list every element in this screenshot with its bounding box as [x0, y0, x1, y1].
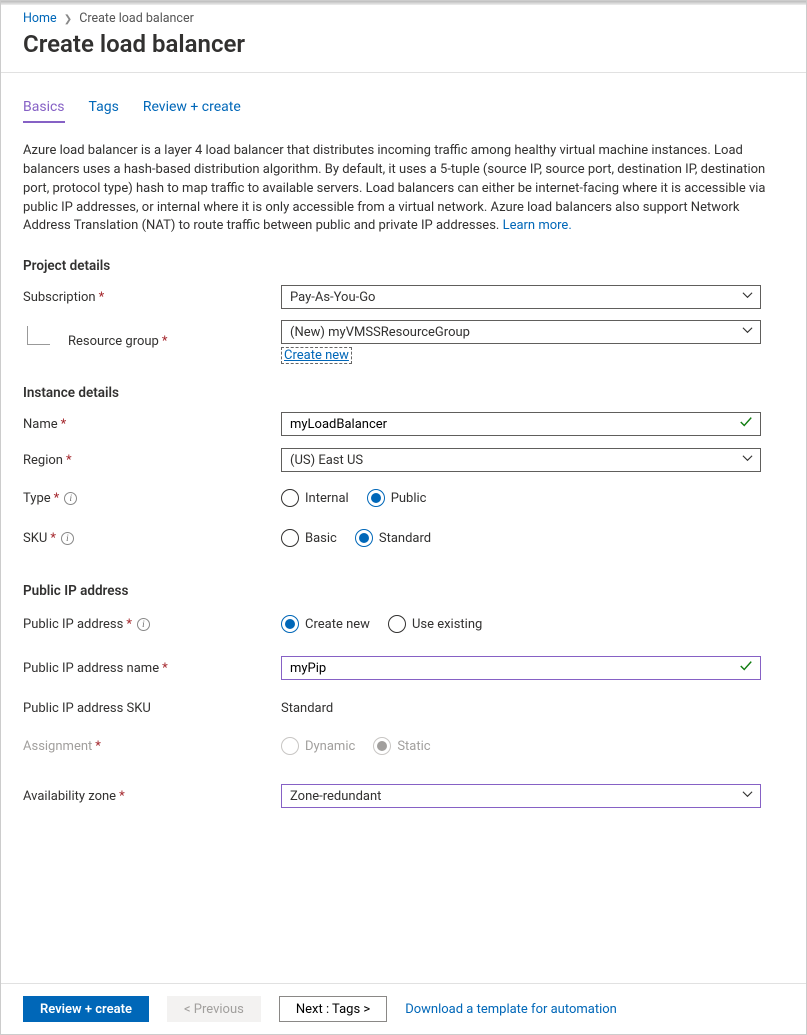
create-new-link[interactable]: Create new	[281, 347, 352, 364]
label-public-ip-sku: Public IP address SKU	[23, 701, 281, 716]
public-ip-radio-group: Create new Use existing	[281, 615, 761, 633]
public-ip-create-radio[interactable]: Create new	[281, 615, 370, 633]
description: Azure load balancer is a layer 4 load ba…	[23, 142, 784, 236]
previous-button: < Previous	[167, 996, 261, 1022]
assignment-static-radio: Static	[373, 737, 430, 755]
tab-tags[interactable]: Tags	[89, 99, 119, 123]
region-select[interactable]: (US) East US	[281, 448, 761, 472]
tab-basics[interactable]: Basics	[23, 99, 65, 123]
label-subscription: Subscription*	[23, 290, 281, 305]
name-input[interactable]	[281, 412, 761, 436]
sku-basic-radio[interactable]: Basic	[281, 529, 337, 547]
type-internal-radio[interactable]: Internal	[281, 489, 349, 507]
label-name: Name*	[23, 417, 281, 432]
assignment-radio-group: Dynamic Static	[281, 737, 761, 755]
sku-standard-radio[interactable]: Standard	[355, 529, 431, 547]
label-resource-group: Resource group*	[23, 332, 281, 351]
assignment-dynamic-radio: Dynamic	[281, 737, 355, 755]
breadcrumb-current: Create load balancer	[79, 11, 194, 26]
footer: Review + create < Previous Next : Tags >…	[1, 983, 806, 1034]
label-sku: SKU* i	[23, 531, 281, 546]
info-icon[interactable]: i	[64, 492, 77, 505]
sku-radio-group: Basic Standard	[281, 529, 761, 547]
page-title: Create load balancer	[1, 30, 806, 73]
breadcrumb-home[interactable]: Home	[23, 11, 57, 26]
info-icon[interactable]: i	[61, 532, 74, 545]
section-public-ip: Public IP address	[23, 583, 784, 599]
breadcrumb: Home ❯ Create load balancer	[1, 5, 806, 30]
label-availability-zone: Availability zone*	[23, 789, 281, 804]
section-instance-details: Instance details	[23, 385, 784, 401]
tabs: Basics Tags Review + create	[23, 99, 784, 124]
public-ip-sku-value: Standard	[281, 701, 333, 716]
label-type: Type* i	[23, 491, 281, 506]
tab-review[interactable]: Review + create	[143, 99, 241, 123]
label-assignment: Assignment*	[23, 739, 281, 754]
label-region: Region*	[23, 453, 281, 468]
type-public-radio[interactable]: Public	[367, 489, 427, 507]
review-create-button[interactable]: Review + create	[23, 996, 149, 1022]
label-public-ip-name: Public IP address name*	[23, 661, 281, 676]
section-project-details: Project details	[23, 258, 784, 274]
type-radio-group: Internal Public	[281, 489, 761, 507]
check-icon	[739, 415, 753, 433]
learn-more-link[interactable]: Learn more.	[503, 218, 572, 233]
subscription-select[interactable]: Pay-As-You-Go	[281, 285, 761, 309]
chevron-right-icon: ❯	[64, 14, 72, 25]
resource-group-select[interactable]: (New) myVMSSResourceGroup	[281, 320, 761, 344]
availability-zone-select[interactable]: Zone-redundant	[281, 784, 761, 808]
public-ip-name-input[interactable]	[281, 656, 761, 680]
label-public-ip: Public IP address* i	[23, 617, 281, 632]
download-template-link[interactable]: Download a template for automation	[405, 1002, 617, 1017]
check-icon	[739, 659, 753, 677]
info-icon[interactable]: i	[137, 618, 150, 631]
public-ip-existing-radio[interactable]: Use existing	[388, 615, 482, 633]
next-button[interactable]: Next : Tags >	[279, 996, 387, 1022]
